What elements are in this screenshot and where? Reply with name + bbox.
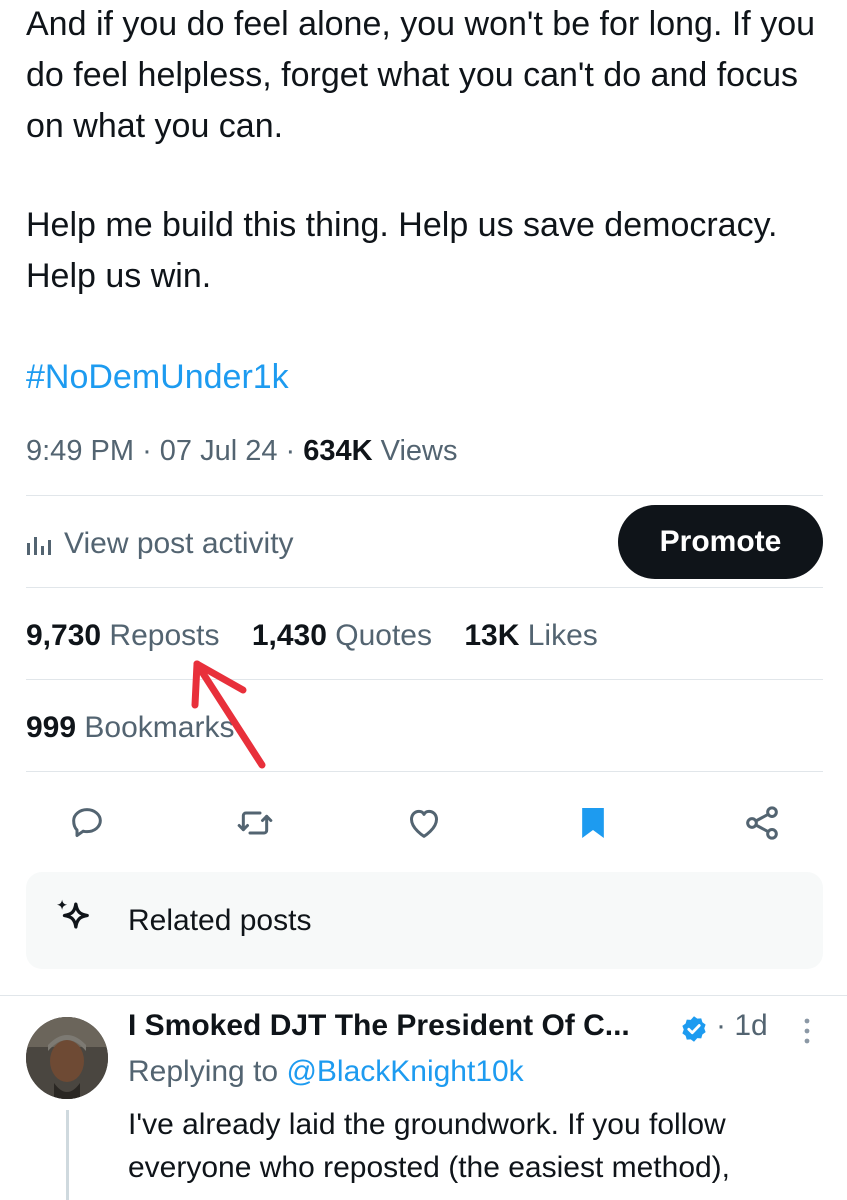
divider: [26, 771, 823, 772]
reposts-count: 9,730: [26, 619, 102, 652]
share-icon: [746, 806, 778, 840]
reply-icon: [72, 808, 102, 837]
replying-handle-link[interactable]: @BlackKnight10k: [286, 1055, 523, 1088]
sparkle-icon: [52, 895, 96, 947]
hashtag-link[interactable]: #NoDemUnder1k: [26, 352, 289, 403]
share-button[interactable]: [740, 801, 784, 845]
tweet-time: 9:49 PM: [26, 435, 134, 467]
reply-body: I've already laid the groundwork. If you…: [128, 1108, 731, 1184]
repost-icon: [237, 811, 273, 835]
likes-count: 13K: [464, 619, 520, 652]
view-post-activity-label: View post activity: [64, 527, 294, 560]
views-label: Views: [380, 435, 458, 467]
bookmarks-count: 999: [26, 711, 77, 744]
repost-button[interactable]: [233, 801, 277, 845]
like-button[interactable]: [402, 801, 446, 845]
quotes-stat[interactable]: 1,430 Quotes: [252, 619, 432, 652]
verified-badge-icon: [679, 1014, 709, 1049]
view-post-activity-link[interactable]: View post activity: [26, 522, 294, 566]
like-icon: [410, 809, 438, 838]
reply-timestamp: · 1d: [716, 1009, 768, 1042]
bookmarks-stat[interactable]: 999 Bookmarks: [26, 706, 234, 750]
reposts-label: Reposts: [109, 619, 220, 652]
promote-button[interactable]: Promote: [618, 505, 823, 579]
bookmarks-label: Bookmarks: [84, 711, 235, 744]
more-options-icon[interactable]: [800, 1016, 814, 1051]
views-count: 634K: [303, 435, 373, 467]
tweet-meta: 9:49 PM · 07 Jul 24 · 634K Views: [26, 430, 458, 472]
tweet-paragraph: And if you do feel alone, you won't be f…: [26, 5, 816, 145]
engagement-stats: 9,730 Reposts 1,430 Quotes 13K Likes: [26, 614, 622, 658]
divider: [26, 495, 823, 496]
meta-separator: ·: [285, 435, 304, 467]
tweet-date: 07 Jul 24: [159, 435, 278, 467]
quotes-label: Quotes: [335, 619, 432, 652]
reposts-stat[interactable]: 9,730 Reposts: [26, 619, 219, 652]
divider: [26, 679, 823, 680]
meta-separator: ·: [142, 435, 160, 467]
divider: [26, 587, 823, 588]
analytics-icon: [26, 533, 54, 555]
related-posts-label: Related posts: [128, 903, 312, 937]
tweet-paragraph: Help me build this thing. Help us save d…: [26, 206, 778, 295]
reply-button[interactable]: [65, 801, 109, 845]
thread-line: [66, 1110, 69, 1200]
reply-time: 1d: [734, 1009, 768, 1042]
reply-author-name[interactable]: I Smoked DJT The President Of C...: [128, 1009, 630, 1043]
bookmark-button[interactable]: [571, 801, 615, 845]
avatar[interactable]: [26, 1017, 108, 1099]
quotes-count: 1,430: [251, 619, 327, 652]
likes-stat[interactable]: 13K Likes: [464, 619, 597, 652]
divider: [0, 995, 847, 996]
replying-prefix: Replying to: [128, 1055, 279, 1088]
related-posts-card[interactable]: Related posts: [26, 872, 823, 969]
likes-label: Likes: [527, 619, 598, 652]
bookmark-icon: [582, 808, 604, 838]
replying-to: Replying to @BlackKnight10k: [128, 1055, 524, 1089]
